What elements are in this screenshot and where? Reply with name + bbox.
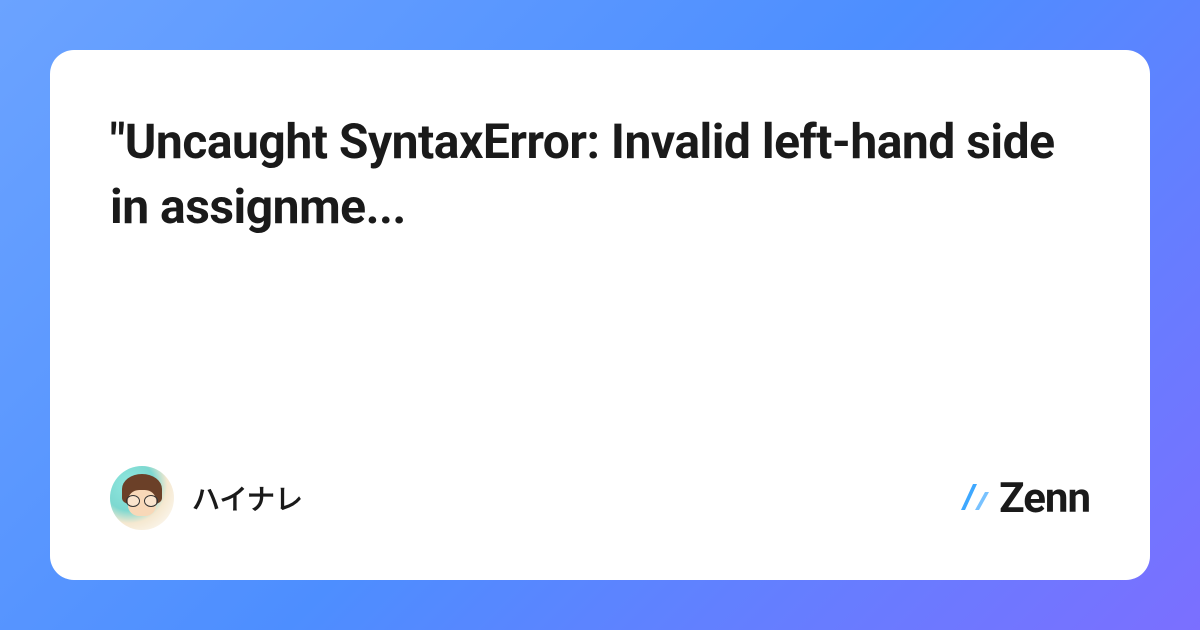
author-section: ハイナレ: [110, 466, 303, 530]
zenn-icon: [957, 480, 993, 516]
author-name: ハイナレ: [192, 478, 303, 518]
article-title: "Uncaught SyntaxError: Invalid left-hand…: [110, 110, 1090, 240]
author-avatar: [110, 466, 174, 530]
card-footer: ハイナレ Zenn: [110, 466, 1090, 530]
article-card: "Uncaught SyntaxError: Invalid left-hand…: [50, 50, 1150, 580]
avatar-illustration: [110, 466, 174, 530]
brand-logo: Zenn: [957, 474, 1090, 523]
brand-name: Zenn: [999, 474, 1090, 523]
